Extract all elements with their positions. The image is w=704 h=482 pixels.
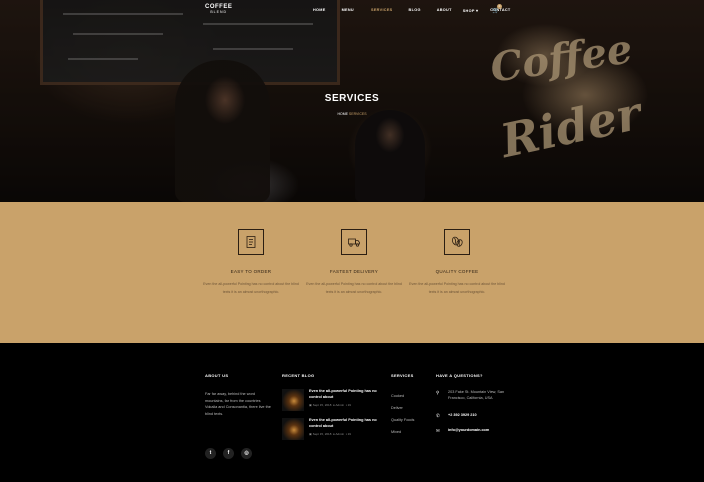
- features-section: EASY TO ORDER Even the all-powerful Poin…: [0, 202, 704, 343]
- feature-title: EASY TO ORDER: [230, 269, 272, 274]
- services-heading: SERVICES: [391, 373, 414, 378]
- feature-fastest-delivery: FASTEST DELIVERY Even the all-powerful P…: [304, 229, 404, 296]
- blog-thumbnail[interactable]: [282, 389, 304, 411]
- menu-item-shop[interactable]: SHOP ▾: [463, 8, 478, 13]
- site-logo[interactable]: COFFEE BLEND: [205, 4, 232, 15]
- facebook-icon[interactable]: f: [223, 448, 234, 459]
- about-text: Far far away, behind the word mountains,…: [205, 392, 271, 416]
- menu-item-about[interactable]: ABOUT: [437, 8, 452, 13]
- twitter-icon[interactable]: t: [205, 448, 216, 459]
- about-heading: ABOUT US: [205, 373, 229, 378]
- site-footer: ABOUT US Far far away, behind the word m…: [0, 343, 704, 482]
- blog-post-title[interactable]: Even the all-powerful Pointing has no co…: [309, 389, 379, 400]
- delivery-truck-icon: [341, 229, 367, 255]
- hero-banner: Coffee Rider COFFEE BLEND HOME MENU SERV…: [0, 0, 704, 202]
- phone-icon: ✆: [436, 413, 440, 418]
- service-link-cooked[interactable]: Cooked: [391, 394, 404, 398]
- page-title: SERVICES: [324, 93, 380, 104]
- service-link-mixed[interactable]: Mixed: [391, 430, 401, 434]
- blog-post-title[interactable]: Even the all-powerful Pointing has no co…: [309, 418, 379, 429]
- feature-easy-order: EASY TO ORDER Even the all-powerful Poin…: [201, 229, 301, 296]
- service-link-quality-foods[interactable]: Quality Foods: [391, 418, 414, 422]
- blog-post-meta: ▣ Sept 15, 2018 ● Admin ▪ 19: [309, 432, 351, 436]
- breadcrumb-current: SERVICES: [348, 112, 367, 116]
- blog-post[interactable]: Even the all-powerful Pointing has no co…: [282, 418, 382, 442]
- order-icon: [238, 229, 264, 255]
- feature-text: Even the all-powerful Pointing has no co…: [306, 282, 402, 294]
- calendar-icon: ▣: [309, 432, 312, 436]
- menu-item-blog[interactable]: BLOG: [409, 8, 421, 13]
- comment-icon: ▪: [345, 403, 347, 407]
- contact-email[interactable]: ✉ info@yourdomain.com: [436, 428, 510, 434]
- blog-post[interactable]: Even the all-powerful Pointing has no co…: [282, 389, 382, 413]
- menu-item-menu[interactable]: MENU: [342, 8, 354, 13]
- calendar-icon: ▣: [309, 403, 312, 407]
- cart-count-badge: 0: [497, 4, 502, 9]
- feature-quality-coffee: QUALITY COFFEE Even the all-powerful Poi…: [407, 229, 507, 296]
- recent-blog-heading: RECENT BLOG: [282, 373, 315, 378]
- feature-text: Even the all-powerful Pointing has no co…: [409, 282, 505, 294]
- contact-phone[interactable]: ✆ +2 392 3929 210: [436, 413, 510, 419]
- feature-title: QUALITY COFFEE: [435, 269, 479, 274]
- coffee-beans-icon: [444, 229, 470, 255]
- main-menu: HOME MENU SERVICES BLOG ABOUT SHOP ▾ CON…: [313, 8, 511, 13]
- breadcrumb-home[interactable]: HOME: [337, 112, 348, 116]
- envelope-icon: ✉: [436, 428, 440, 433]
- menu-item-home[interactable]: HOME: [313, 8, 326, 13]
- breadcrumb: HOME SERVICES: [0, 112, 704, 116]
- feature-title: FASTEST DELIVERY: [329, 269, 379, 274]
- blog-thumbnail[interactable]: [282, 418, 304, 440]
- map-marker-icon: ⚲: [436, 390, 440, 395]
- comment-icon: ▪: [345, 432, 347, 436]
- blog-post-meta: ▣ Sept 15, 2018 ● Admin ▪ 19: [309, 403, 351, 407]
- feature-text: Even the all-powerful Pointing has no co…: [203, 282, 299, 294]
- contact-address: ⚲ 203 Fake St. Mountain View, San Franci…: [436, 390, 505, 400]
- menu-item-services[interactable]: SERVICES: [371, 8, 393, 13]
- social-links: t f ◎: [205, 448, 252, 459]
- contact-heading: HAVE A QUESTIONS?: [436, 373, 483, 378]
- navbar: COFFEE BLEND HOME MENU SERVICES BLOG ABO…: [0, 0, 704, 22]
- instagram-icon[interactable]: ◎: [241, 448, 252, 459]
- cart-button[interactable]: 🛒 0: [492, 4, 502, 14]
- service-link-deliver[interactable]: Deliver: [391, 406, 403, 410]
